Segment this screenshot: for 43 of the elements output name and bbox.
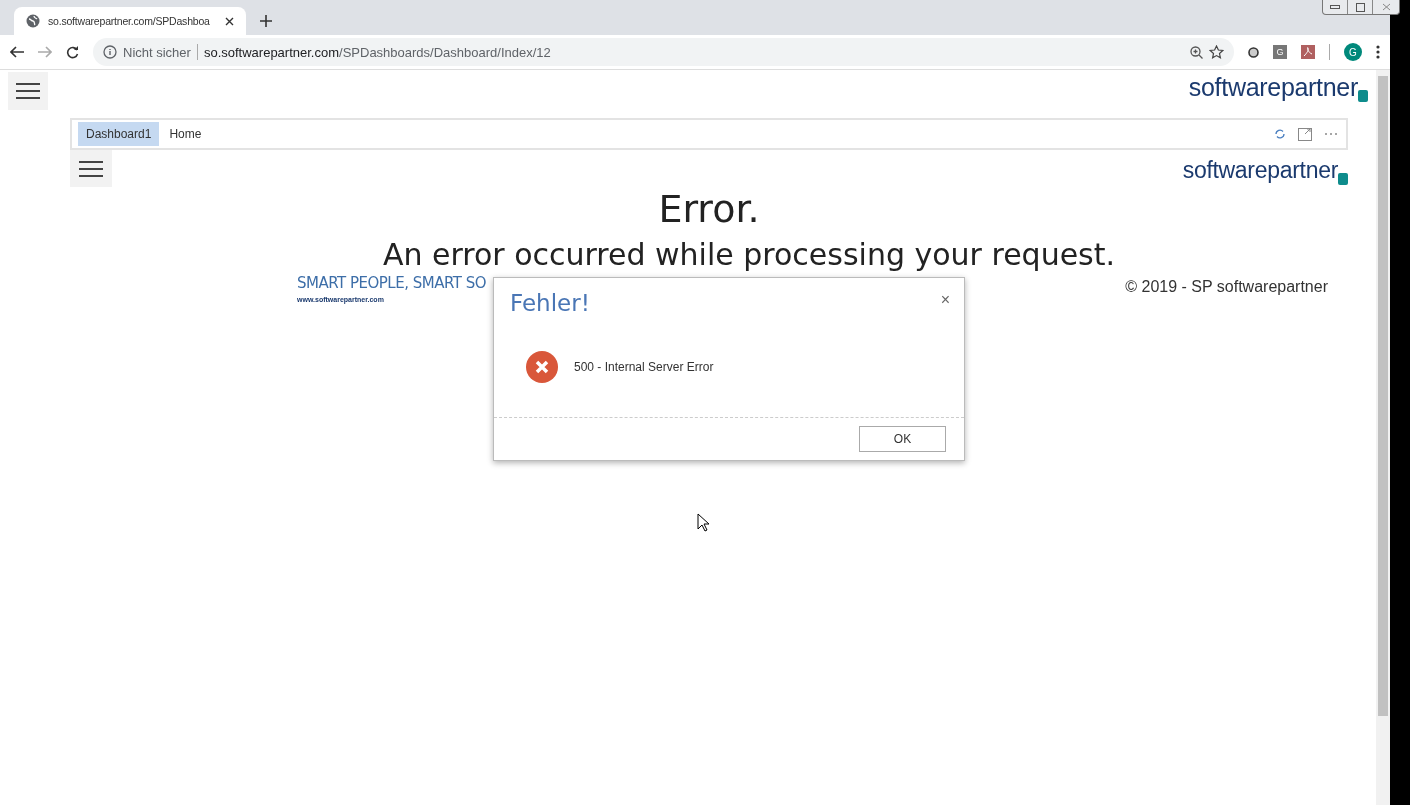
ok-button[interactable]: OK [859, 426, 946, 452]
dashboard-tab[interactable]: Dashboard1 [78, 122, 160, 146]
menu-button[interactable] [70, 150, 112, 187]
url-path: /SPDashboards/Dashboard/Index/12 [339, 44, 551, 60]
zoom-icon[interactable] [1190, 45, 1203, 59]
dialog-title: Fehler! [510, 290, 590, 316]
dialog-message: 500 - Internal Server Error [574, 359, 714, 374]
slogan: SMART PEOPLE, SMART SO [297, 274, 487, 292]
close-icon [1381, 3, 1391, 11]
globe-icon [26, 14, 40, 28]
profile-avatar[interactable]: G [1344, 43, 1362, 61]
more-icon[interactable] [1376, 45, 1380, 59]
error-icon [526, 350, 558, 383]
url-host: so.softwarepartner.com [203, 44, 340, 60]
copyright: © 2019 - SP softwarepartner [1125, 278, 1328, 297]
scrollbar[interactable] [1376, 70, 1390, 805]
star-icon[interactable] [1209, 45, 1224, 59]
circle-icon[interactable] [1248, 46, 1259, 58]
maximize-icon [1355, 2, 1365, 12]
security-label: Nicht sicher [123, 44, 191, 60]
pdf-icon[interactable] [1301, 45, 1315, 59]
refresh-icon[interactable] [1274, 128, 1286, 140]
menu-icon [79, 159, 103, 178]
dashboard-tab[interactable]: Home [161, 122, 210, 146]
new-tab-icon[interactable] [260, 15, 272, 27]
extension-icon[interactable]: G [1273, 45, 1287, 59]
softwarepartner-logo: softwarepartner [1188, 72, 1368, 104]
minimize-icon [1330, 5, 1340, 9]
address-bar[interactable]: Nicht sicher so.softwarepartner.com/SPDashboards/Dashboard/Index/12 [93, 38, 1234, 66]
back-icon[interactable] [10, 46, 24, 58]
reload-icon[interactable] [66, 45, 79, 59]
browser-tab[interactable]: so.softwarepartner.com/SPDashboa [14, 7, 246, 35]
error-title: Error. [658, 187, 760, 231]
close-icon[interactable] [225, 16, 234, 26]
close-button[interactable]: × [936, 290, 954, 310]
pointer-icon [697, 513, 709, 532]
tab-title: so.softwarepartner.com/SPDashboa [48, 15, 211, 27]
menu-button[interactable] [8, 72, 48, 110]
softwarepartner-logo: softwarepartner [1182, 150, 1348, 187]
error-message: An error occurred while processing your request. [382, 237, 1116, 272]
expand-icon[interactable] [1298, 127, 1312, 141]
menu-icon [16, 82, 40, 100]
info-icon[interactable] [103, 45, 117, 59]
